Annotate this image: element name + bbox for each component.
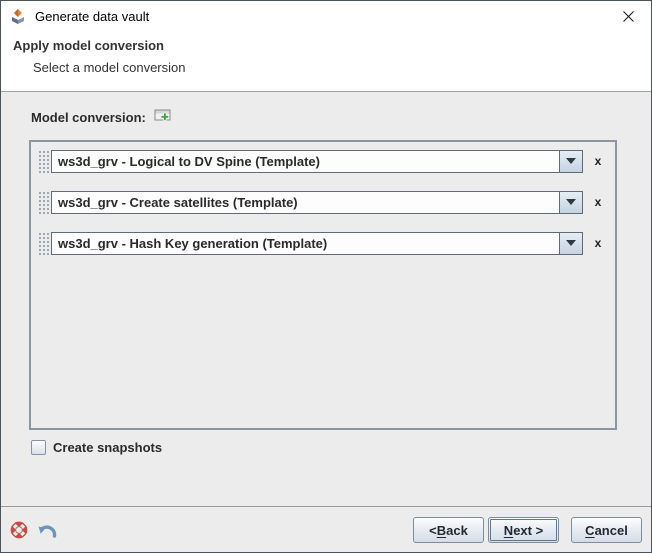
window-title: Generate data vault: [35, 9, 149, 24]
footer-icons: [10, 521, 58, 539]
chevron-down-icon[interactable]: [559, 233, 582, 254]
undo-icon: [36, 522, 58, 539]
cancel-label-post: ancel: [595, 523, 628, 538]
back-label-pre: <: [429, 523, 437, 538]
next-button[interactable]: Next >: [488, 517, 559, 543]
back-button[interactable]: < Back: [413, 517, 484, 543]
back-label-mnemonic: B: [437, 523, 446, 538]
combobox-value: ws3d_grv - Logical to DV Spine (Template…: [52, 151, 559, 172]
close-icon: [623, 11, 634, 22]
drag-handle-dots[interactable]: [37, 190, 49, 214]
create-snapshots-label: Create snapshots: [53, 440, 162, 455]
create-snapshots-checkbox[interactable]: [31, 440, 46, 455]
add-conversion-button[interactable]: [154, 108, 174, 126]
next-label-post: ext >: [513, 523, 543, 538]
model-conversion-label: Model conversion:: [31, 110, 146, 125]
data-vault-icon: [10, 8, 26, 24]
step-subtitle: Select a model conversion: [33, 60, 185, 75]
conversions-panel: ws3d_grv - Logical to DV Spine (Template…: [29, 140, 617, 430]
combobox-value: ws3d_grv - Hash Key generation (Template…: [52, 233, 559, 254]
combobox-value: ws3d_grv - Create satellites (Template): [52, 192, 559, 213]
cancel-button[interactable]: Cancel: [571, 517, 642, 543]
drag-handle-dots[interactable]: [37, 231, 49, 255]
conversion-row: ws3d_grv - Hash Key generation (Template…: [37, 231, 607, 255]
generate-data-vault-dialog: Generate data vault Apply model conversi…: [0, 0, 652, 553]
wizard-header: Apply model conversion Select a model co…: [1, 31, 651, 92]
titlebar[interactable]: Generate data vault: [1, 1, 651, 31]
create-snapshots-row: Create snapshots: [31, 440, 162, 455]
remove-conversion-button[interactable]: x: [589, 195, 607, 209]
conversion-row: ws3d_grv - Logical to DV Spine (Template…: [37, 149, 607, 173]
step-title: Apply model conversion: [13, 38, 164, 53]
close-button[interactable]: [606, 1, 651, 31]
model-conversion-label-row: Model conversion:: [31, 108, 174, 126]
back-label-post: ack: [446, 523, 468, 538]
help-icon: [10, 521, 28, 539]
help-button[interactable]: [10, 521, 28, 539]
chevron-down-icon[interactable]: [559, 192, 582, 213]
remove-conversion-button[interactable]: x: [589, 154, 607, 168]
cancel-label-mnemonic: C: [585, 523, 594, 538]
undo-button[interactable]: [36, 522, 58, 539]
add-conversion-icon: [154, 108, 174, 126]
footer: < Back Next > Cancel: [1, 507, 651, 553]
conversion-combobox-1[interactable]: ws3d_grv - Logical to DV Spine (Template…: [51, 150, 583, 173]
next-label-mnemonic: N: [504, 523, 513, 538]
conversion-combobox-3[interactable]: ws3d_grv - Hash Key generation (Template…: [51, 232, 583, 255]
remove-conversion-button[interactable]: x: [589, 236, 607, 250]
chevron-down-icon[interactable]: [559, 151, 582, 172]
conversion-combobox-2[interactable]: ws3d_grv - Create satellites (Template): [51, 191, 583, 214]
drag-handle-dots[interactable]: [37, 149, 49, 173]
conversion-row: ws3d_grv - Create satellites (Template) …: [37, 190, 607, 214]
wizard-buttons: < Back Next > Cancel: [413, 517, 642, 543]
